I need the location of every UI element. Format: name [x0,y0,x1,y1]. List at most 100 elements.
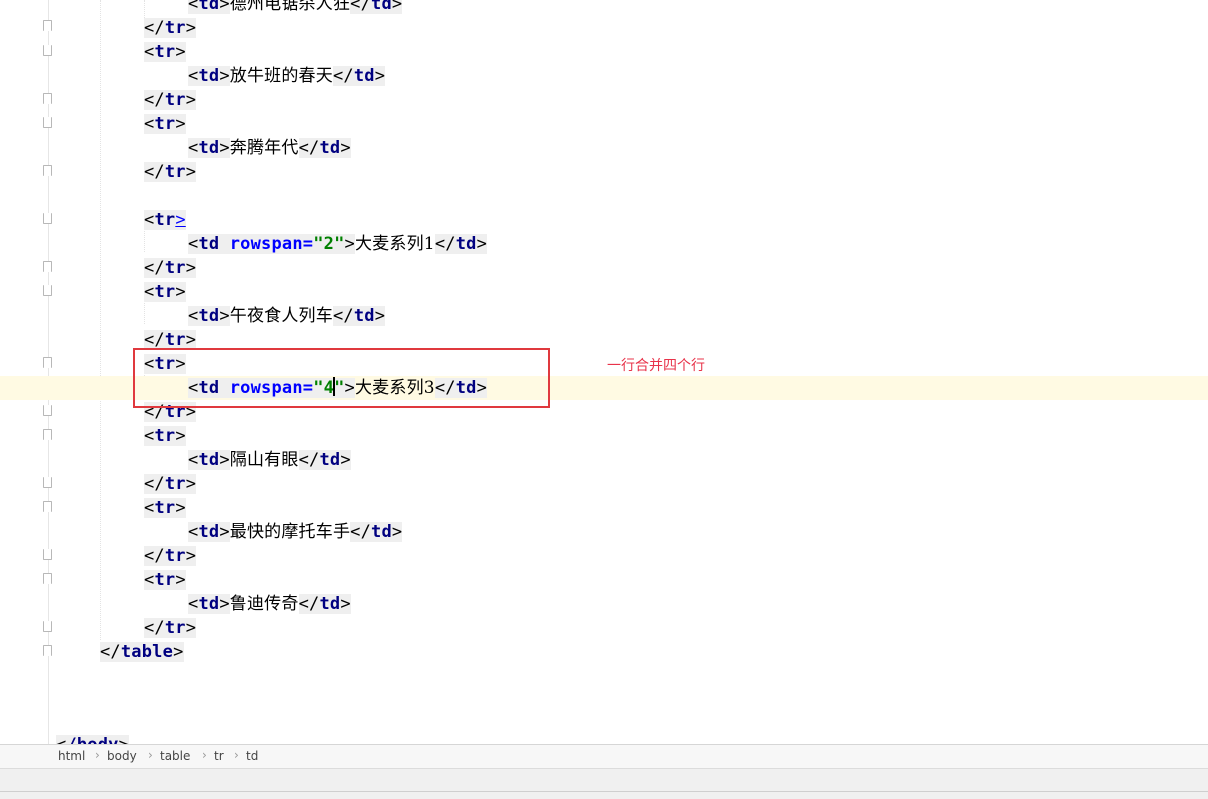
code-text: <tr> [144,568,186,592]
fold-marker-icon[interactable] [43,93,52,104]
code-text: <tr> [144,496,186,520]
breadcrumb-item-table[interactable]: table [160,749,190,763]
tag-name: tr [154,498,176,518]
code-text: <td>隔山有眼</td> [188,448,351,472]
code-line[interactable]: </tr> [0,616,1208,640]
fold-marker-icon[interactable] [43,501,52,512]
breadcrumb-item-tr[interactable]: tr [214,749,224,763]
code-text: </tr> [144,472,197,496]
code-line[interactable]: <td>午夜食人列车</td> [0,304,1208,328]
code-line[interactable]: <tr> [0,568,1208,592]
tag-name: td [353,66,375,86]
breadcrumb: html › body › table › tr › td [0,744,1208,768]
code-line[interactable]: <td>鲁迪传奇</td> [0,592,1208,616]
code-line[interactable]: </tr> [0,16,1208,40]
code-line[interactable]: <td rowspan="2">大麦系列1</td> [0,232,1208,256]
tag-name: tr [154,42,176,62]
fold-marker-icon[interactable] [43,45,52,56]
tr-open-tag: <tr> [144,114,186,134]
code-text: <td rowspan="2">大麦系列1</td> [188,232,487,256]
fold-marker-icon[interactable] [43,549,52,560]
fold-marker-icon[interactable] [43,117,52,128]
cell-text: 隔山有眼 [229,450,299,470]
body-close-tag: </body> [56,735,130,744]
code-text: </tr> [144,16,197,40]
code-text: </tr> [144,88,197,112]
code-line[interactable]: <td>隔山有眼</td> [0,448,1208,472]
cell-text: 午夜食人列车 [229,306,333,326]
tr-close-tag: </tr> [144,546,197,566]
tag-name: td [455,234,477,254]
tr-close-tag: </tr> [144,618,197,638]
tag-name: tr [164,618,186,638]
tag-name: tr [154,210,176,230]
breadcrumb-item-body[interactable]: body [107,749,137,763]
tr-open-tag: <tr> [144,498,186,518]
code-line[interactable] [0,184,1208,208]
fold-marker-icon[interactable] [43,621,52,632]
code-line[interactable]: <tr> [0,424,1208,448]
code-line[interactable]: <tr> [0,112,1208,136]
code-text: <tr> [144,208,186,232]
code-line[interactable]: </tr> [0,256,1208,280]
code-line[interactable]: </tr> [0,88,1208,112]
code-text: <td>午夜食人列车</td> [188,304,386,328]
code-line[interactable]: </body> [0,733,1208,744]
code-text: </tr> [144,256,197,280]
highlight-box [133,348,550,408]
code-line[interactable]: <tr> [0,40,1208,64]
status-divider [0,791,1208,792]
fold-marker-icon[interactable] [43,285,52,296]
td-close-tag: </td> [350,0,403,14]
cell-text: 奔腾年代 [229,138,299,158]
code-line[interactable]: <tr> [0,496,1208,520]
fold-marker-icon[interactable] [43,573,52,584]
breadcrumb-chevron-icon: › [202,748,207,762]
tag-name: td [198,450,220,470]
code-text: </body> [56,733,130,744]
td-open-tag: <td> [188,138,230,158]
fold-marker-icon[interactable] [43,357,52,368]
td-open-tag: <td> [188,306,230,326]
tr-close-tag: </tr> [144,162,197,182]
breadcrumb-item-html[interactable]: html [58,749,85,763]
code-line[interactable]: </tr> [0,160,1208,184]
fold-marker-icon[interactable] [43,429,52,440]
code-line[interactable]: <td>德州电锯杀人狂</td> [0,0,1208,16]
td-open-tag: <td> [188,66,230,86]
code-text: <td>最快的摩托车手</td> [188,520,403,544]
cell-text: 放牛班的春天 [229,66,333,86]
fold-marker-icon[interactable] [43,645,52,656]
tr-open-tag: <tr> [144,570,186,590]
fold-marker-icon[interactable] [43,213,52,224]
code-line[interactable]: </tr> [0,472,1208,496]
code-text: <tr> [144,280,186,304]
tr-close-tag: </tr> [144,474,197,494]
fold-marker-icon[interactable] [43,261,52,272]
code-line[interactable]: </table> [0,640,1208,664]
td-close-tag: </td> [298,594,351,614]
attribute-name: rowspan [229,234,303,254]
breadcrumb-item-td[interactable]: td [246,749,258,763]
fold-marker-icon[interactable] [43,405,52,416]
code-line[interactable]: </tr> [0,544,1208,568]
fold-marker-icon[interactable] [43,477,52,488]
tag-name: td [353,306,375,326]
code-line[interactable]: <td>最快的摩托车手</td> [0,520,1208,544]
code-line[interactable]: <td>奔腾年代</td> [0,136,1208,160]
tag-name: td [198,66,220,86]
code-text: </table> [100,640,184,664]
tag-name: td [198,138,220,158]
td-open-tag: <td> [188,450,230,470]
tr-open-tag: <tr> [144,426,186,446]
code-line[interactable]: <td>放牛班的春天</td> [0,64,1208,88]
cell-text: 大麦系列1 [354,234,435,254]
code-text: <tr> [144,112,186,136]
fold-marker-icon[interactable] [43,20,52,31]
code-line[interactable]: <tr> [0,208,1208,232]
tr-open-tag: <tr> [144,282,186,302]
code-line[interactable]: <tr> [0,280,1208,304]
td-open-tag: <td rowspan="2"> [188,234,355,254]
fold-marker-icon[interactable] [43,165,52,176]
td-close-tag: </td> [332,66,386,86]
